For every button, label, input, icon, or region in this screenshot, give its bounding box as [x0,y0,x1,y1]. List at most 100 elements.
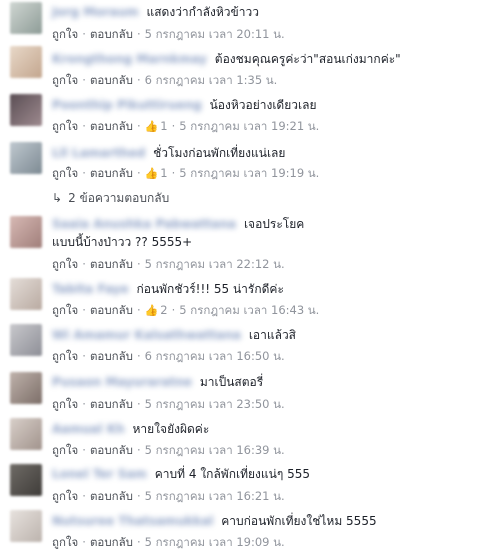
separator: · [136,166,141,180]
like-link[interactable]: ถูกใจ [52,443,78,457]
like-link[interactable]: ถูกใจ [52,489,78,503]
reply-link[interactable]: ตอบกลับ [90,397,133,411]
separator: · [136,73,141,87]
comment-meta: ถูกใจ · ตอบกลับ · 6 กรกฎาคม เวลา 1:35 น. [52,72,277,90]
separator: · [136,397,141,411]
separator: · [136,349,141,363]
commenter-name[interactable]: Nutsuree Thatsamukkal [52,513,213,530]
timestamp[interactable]: 5 กรกฎาคม เวลา 19:09 น. [145,535,285,549]
like-count[interactable]: 2 [160,303,167,317]
commenter-name[interactable]: Saaia Anushka Pabwattana [52,216,236,233]
avatar[interactable] [10,418,42,450]
timestamp[interactable]: 5 กรกฎาคม เวลา 23:50 น. [145,397,285,411]
commenter-name[interactable]: Jorg Moraum [52,4,139,21]
separator: · [171,166,176,180]
reply-link[interactable]: ตอบกลับ [90,349,133,363]
like-link[interactable]: ถูกใจ [52,257,78,271]
commenter-name[interactable]: Lonel Ter Sam [52,466,147,483]
separator: · [171,303,176,317]
like-count[interactable]: 1 [160,119,167,133]
comment-text-line: Wi Amamur Kalsathwattana เอาแล้วสิ [52,327,460,344]
comment-body: ก่อนพักชัวร์!!! 55 น่ารักดีค่ะ [136,282,284,296]
separator: · [136,257,141,271]
like-link[interactable]: ถูกใจ [52,119,78,133]
avatar[interactable] [10,278,42,310]
separator: · [82,257,86,271]
like-count[interactable]: 1 [160,166,167,180]
avatar[interactable] [10,142,42,174]
separator: · [82,119,86,133]
like-link[interactable]: ถูกใจ [52,166,78,180]
separator: · [82,27,86,41]
comment-text-line: Aamual Kh หายใจยังผิดค่ะ [52,421,460,438]
timestamp[interactable]: 5 กรกฎาคม เวลา 19:21 น. [179,119,319,133]
reply-link[interactable]: ตอบกลับ [90,119,133,133]
comment-body: น้องหิวอย่างเดียวเลย [209,98,317,112]
avatar[interactable] [10,94,42,126]
separator: · [82,443,86,457]
timestamp[interactable]: 5 กรกฎาคม เวลา 16:43 น. [179,303,319,317]
reply-link[interactable]: ตอบกลับ [90,303,133,317]
view-replies-link[interactable]: ↳ 2 ข้อความตอบกลับ [52,189,169,208]
commenter-name[interactable]: Pusaon Mayuraratne [52,374,192,391]
reply-link[interactable]: ตอบกลับ [90,489,133,503]
comment-text-line: Nutsuree Thatsamukkal คาบก่อนพักเที่ยงใช… [52,513,460,530]
reply-link[interactable]: ตอบกลับ [90,443,133,457]
timestamp[interactable]: 5 กรกฎาคม เวลา 16:21 น. [145,489,285,503]
commenter-name[interactable]: Lll Lamarthed [52,145,145,162]
avatar[interactable] [10,510,42,542]
avatar[interactable] [10,2,42,34]
comment-meta: ถูกใจ · ตอบกลับ · 5 กรกฎาคม เวลา 23:50 น. [52,396,285,414]
comment-text-line: Jorg Moraum แสดงว่ากำลังหิวข้าวว [52,4,460,21]
separator: · [136,443,141,457]
separator: · [82,397,86,411]
like-link[interactable]: ถูกใจ [52,27,78,41]
reply-link[interactable]: ตอบกลับ [90,27,133,41]
separator: · [82,535,86,549]
like-link[interactable]: ถูกใจ [52,73,78,87]
timestamp[interactable]: 5 กรกฎาคม เวลา 19:19 น. [179,166,319,180]
commenter-name[interactable]: Aamual Kh [52,421,125,438]
reply-arrow-icon: ↳ [52,191,63,205]
reply-link[interactable]: ตอบกลับ [90,166,133,180]
reply-link[interactable]: ตอบกลับ [90,535,133,549]
timestamp[interactable]: 6 กรกฎาคม เวลา 16:50 น. [145,349,285,363]
comment-text-line: Lonel Ter Sam คาบที่ 4 ใกล้พักเที่ยงแน่ๆ… [52,466,460,483]
reply-link[interactable]: ตอบกลับ [90,73,133,87]
comment-body: แสดงว่ากำลังหิวข้าวว [146,5,259,19]
comment-meta: ถูกใจ · ตอบกลับ · 👍 1 · 5 กรกฎาคม เวลา 19:19 น. [52,165,319,183]
avatar[interactable] [10,324,42,356]
timestamp[interactable]: 6 กรกฎาคม เวลา 1:35 น. [145,73,278,87]
comment-text-line: Pusaon Mayuraratne มาเป็นสตอรี่ [52,374,460,391]
comment-body: เจอประโยค [243,217,305,231]
comment-body: เอาแล้วสิ [248,328,297,342]
commenter-name[interactable]: Tabita Faye [52,281,129,298]
like-link[interactable]: ถูกใจ [52,349,78,363]
thumbs-up-icon: 👍 [144,120,159,133]
avatar[interactable] [10,46,42,78]
like-link[interactable]: ถูกใจ [52,535,78,549]
separator: · [136,27,141,41]
comment-text-line: Lll Lamarthed ชั่วโมงก่อนพักเที่ยงแน่เลย [52,145,460,162]
comment-body: ต้องชมคุณครูค่ะว่า"สอนเก่งมากค่ะ" [214,52,401,66]
like-link[interactable]: ถูกใจ [52,397,78,411]
avatar[interactable] [10,372,42,404]
commenter-name[interactable]: Wi Amamur Kalsathwattana [52,327,241,344]
timestamp[interactable]: 5 กรกฎาคม เวลา 16:39 น. [145,443,285,457]
comment-meta: ถูกใจ · ตอบกลับ · 5 กรกฎาคม เวลา 16:39 น. [52,442,285,460]
commenter-name[interactable]: Poonthip Pikuttirueng [52,97,202,114]
avatar[interactable] [10,464,42,496]
comment-body: คาบที่ 4 ใกล้พักเที่ยงแน่ๆ 555 [154,467,310,481]
commenter-name[interactable]: Krongthong Marnkmay [52,51,207,68]
like-link[interactable]: ถูกใจ [52,303,78,317]
timestamp[interactable]: 5 กรกฎาคม เวลา 20:11 น. [145,27,285,41]
separator: · [82,166,86,180]
comment-meta: ถูกใจ · ตอบกลับ · 5 กรกฎาคม เวลา 22:12 น. [52,256,285,274]
avatar[interactable] [10,216,42,248]
separator: · [82,489,86,503]
comment-meta: ถูกใจ · ตอบกลับ · 👍 2 · 5 กรกฎาคม เวลา 16:43 น. [52,302,319,320]
separator: · [82,349,86,363]
comment-body: หายใจยังผิดค่ะ [132,422,210,436]
reply-link[interactable]: ตอบกลับ [90,257,133,271]
timestamp[interactable]: 5 กรกฎาคม เวลา 22:12 น. [145,257,285,271]
